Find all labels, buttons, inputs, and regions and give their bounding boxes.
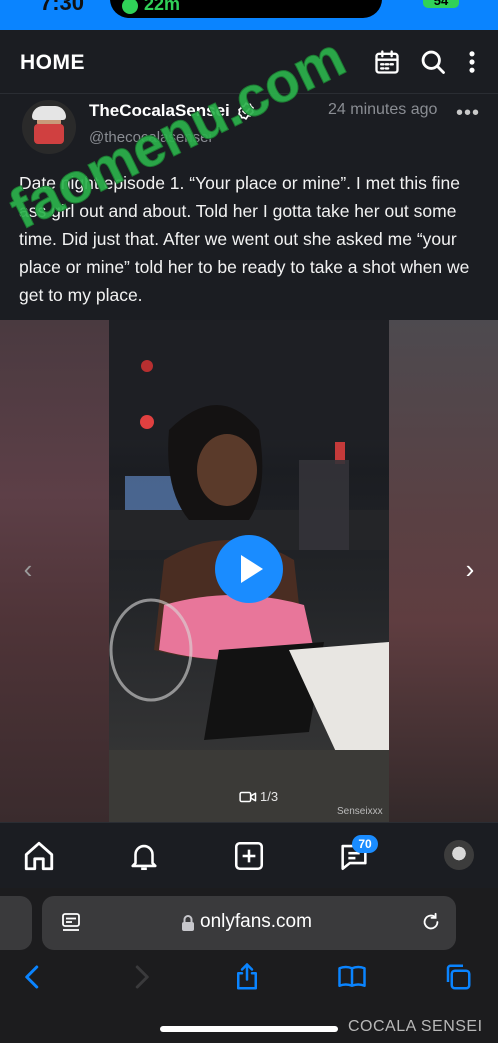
- calendar-icon[interactable]: [373, 48, 401, 76]
- media-credit: Senseixxx: [337, 806, 383, 817]
- more-vertical-icon[interactable]: [458, 48, 486, 76]
- profile-avatar[interactable]: [444, 840, 474, 870]
- post-text: Date night episode 1. “Your place or min…: [19, 173, 470, 305]
- verified-badge-icon: [236, 101, 256, 121]
- phone-call-icon: [122, 0, 138, 14]
- search-icon[interactable]: [419, 48, 447, 76]
- video-camera-icon: [239, 791, 257, 802]
- media-counter-text: 1/3: [260, 789, 279, 805]
- status-bar: 7:30 22m 54: [0, 0, 498, 30]
- messages-count-badge: 70: [352, 835, 378, 853]
- app-header: HOME: [0, 30, 498, 94]
- post-more-button[interactable]: •••: [456, 102, 480, 125]
- forward-button[interactable]: [126, 962, 156, 992]
- previous-tab-preview[interactable]: [0, 896, 32, 950]
- post-timestamp: 24 minutes ago: [328, 101, 438, 118]
- carousel-next-button[interactable]: ›: [460, 556, 480, 582]
- post-media-carousel[interactable]: ‹ › 1/3 Senseixxx: [0, 320, 498, 822]
- media-blur-right: [389, 320, 498, 822]
- browser-toolbar: onlyfans.com COCALA SENSEI: [0, 888, 498, 1043]
- bell-icon[interactable]: [127, 839, 161, 873]
- play-button[interactable]: [215, 535, 283, 603]
- battery-indicator: 54: [423, 0, 459, 8]
- author-avatar[interactable]: [22, 100, 76, 154]
- post-card: TheCocalaSensei @thecocalasensei 24 minu…: [0, 94, 498, 320]
- url-text[interactable]: onlyfans.com: [200, 911, 312, 933]
- page-menu-icon[interactable]: [60, 911, 82, 935]
- lock-icon: [181, 914, 195, 932]
- carousel-prev-button[interactable]: ‹: [18, 556, 38, 582]
- page-title: HOME: [20, 51, 85, 74]
- reload-icon[interactable]: [420, 911, 442, 935]
- bottom-credit-watermark: COCALA SENSEI: [348, 1018, 483, 1035]
- tabs-icon[interactable]: [443, 962, 473, 992]
- dynamic-island[interactable]: 22m: [110, 0, 382, 18]
- bottom-tab-bar: 70: [0, 822, 498, 888]
- author-handle[interactable]: @thecocalasensei: [89, 129, 212, 146]
- call-duration: 22m: [144, 0, 181, 14]
- media-counter: 1/3: [239, 788, 278, 806]
- home-icon[interactable]: [22, 839, 56, 873]
- home-indicator: [160, 1026, 338, 1032]
- author-name[interactable]: TheCocalaSensei: [89, 101, 230, 121]
- back-button[interactable]: [18, 962, 48, 992]
- status-time: 7:30: [40, 0, 85, 15]
- share-icon[interactable]: [232, 962, 262, 992]
- media-blur-left: [0, 320, 109, 822]
- address-bar[interactable]: onlyfans.com: [42, 896, 456, 950]
- plus-square-icon[interactable]: [232, 839, 266, 873]
- bookmarks-icon[interactable]: [337, 962, 367, 992]
